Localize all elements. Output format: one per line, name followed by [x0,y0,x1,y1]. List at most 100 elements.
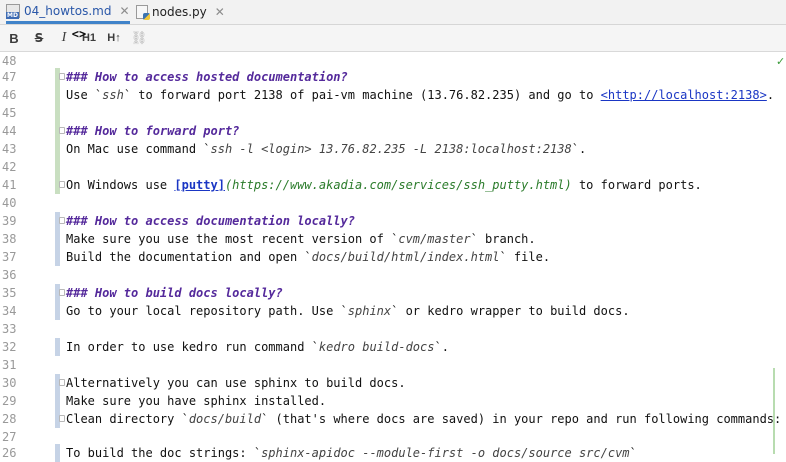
line-number: 35 [2,286,17,300]
code-line: 35 ### How to build docs locally? [0,284,786,302]
line-number: 40 [2,196,17,210]
heading-text: ### How to access documentation locally? [66,214,355,228]
text-span: In order to use kedro run command ` [66,340,319,354]
tab-label: nodes.py [152,5,207,19]
line-text: Make sure you have sphinx installed. [66,394,327,408]
python-file-icon [136,5,150,20]
header-decrease-button[interactable]: H↑ [102,27,126,49]
fold-icon[interactable] [59,379,65,386]
inline-code: docs/build [188,412,262,426]
tab-nodes-py[interactable]: nodes.py ✕ [136,0,225,24]
code-line: 34 Go to your local repository path. Use… [0,302,786,320]
text-span: ` file. [499,250,551,264]
close-icon[interactable]: ✕ [119,4,129,18]
markdown-editor[interactable]: ✓ 48 47 ### How to access hosted documen… [0,52,786,462]
code-line: 44 ### How to forward port? [0,122,786,140]
heading-text: ### How to build docs locally? [66,286,283,300]
line-number: 39 [2,214,17,228]
link-text[interactable]: [putty] [174,178,225,192]
text-span: Make sure you use the most recent versio… [66,232,399,246]
line-text: Make sure you use the most recent versio… [66,230,536,248]
text-span: Clean directory ` [66,412,189,426]
line-text: On Windows use [putty](https://www.akadi… [66,176,702,194]
line-number: 26 [2,446,17,460]
text-span: On Mac use command ` [66,142,211,156]
vcs-change-marker[interactable] [55,230,60,248]
line-number: 36 [2,268,17,282]
code-line: 46 Use `ssh` to forward port 2138 of pai… [0,86,786,104]
editor-tab-bar: MD 04_howtos.md ✕ nodes.py ✕ [0,0,786,25]
fold-icon[interactable] [59,127,65,134]
heading-text: ### How to forward port? [66,124,240,138]
line-text: Go to your local repository path. Use `s… [66,302,630,320]
text-span: Use ` [66,88,103,102]
bold-button[interactable]: B [2,27,26,49]
line-number: 44 [2,124,17,138]
text-span: `. [434,340,449,354]
text-span: ` (that's where docs are saved) in your … [261,412,782,426]
code-line: 45 [0,104,786,122]
line-number: 28 [2,412,17,426]
fold-icon[interactable] [59,289,65,296]
inline-code: sphinx [347,304,392,318]
code-line: 33 [0,320,786,338]
inline-code: docs/build/html/index.html [311,250,500,264]
code-line: 31 [0,356,786,374]
text-span: Go to your local repository path. Use ` [66,304,348,318]
code-line: 41 On Windows use [putty](https://www.ak… [0,176,786,194]
vcs-change-marker[interactable] [55,444,60,462]
tab-label: 04_howtos.md [24,3,112,18]
line-number: 45 [2,106,17,120]
inline-code: ssh -l <login> 13.76.82.235 -L 2138:loca… [210,142,572,156]
code-line: 26 To build the doc strings: `sphinx-api… [0,444,786,462]
text-span: ` branch. [470,232,536,246]
strikethrough-button[interactable]: S [27,27,51,49]
code-line: 29 Make sure you have sphinx installed. [0,392,786,410]
inline-code: kedro build-docs [318,340,435,354]
code-line: 39 ### How to access documentation local… [0,212,786,230]
fold-icon[interactable] [59,181,65,188]
line-number: 37 [2,250,17,264]
vcs-change-marker[interactable] [55,158,60,176]
code-line: 42 [0,158,786,176]
fold-icon[interactable] [59,73,65,80]
code-button[interactable]: <> [67,25,91,43]
line-number: 43 [2,142,17,156]
vcs-change-marker[interactable] [55,86,60,104]
text-span: `. [571,142,587,156]
vcs-change-marker[interactable] [55,302,60,320]
vcs-change-marker[interactable] [55,104,60,122]
code-line: 37 Build the documentation and open `doc… [0,248,786,266]
link-icon[interactable]: ⛓ [127,27,151,49]
text-span: to forward ports. [571,178,702,192]
line-number: 30 [2,376,17,390]
line-number: 31 [2,358,17,372]
line-number: 34 [2,304,17,318]
text-span: . [766,88,775,102]
vcs-change-marker[interactable] [55,140,60,158]
markdown-file-icon: MD [6,3,20,19]
line-number: 42 [2,160,17,174]
tab-04-howtos-md[interactable]: MD 04_howtos.md ✕ [6,0,130,24]
vcs-change-marker[interactable] [55,338,60,356]
code-line: 30 Alternatively you can use sphinx to b… [0,374,786,392]
link-url[interactable]: (https://www.akadia.com/services/ssh_put… [225,178,572,192]
close-icon[interactable]: ✕ [215,5,225,19]
line-text: Clean directory `docs/build` (that's whe… [66,410,781,428]
line-text: In order to use kedro run command `kedro… [66,338,449,356]
vcs-change-marker[interactable] [55,248,60,266]
text-span: Build the documentation and open ` [66,250,312,264]
markdown-toolbar: B S I <> H1 H↑ ⛓ [0,25,786,52]
vcs-change-marker[interactable] [55,392,60,410]
fold-icon[interactable] [59,415,65,422]
code-line: 40 [0,194,786,212]
line-number: 38 [2,232,17,246]
url-link[interactable]: <http://localhost:2138> [601,88,767,102]
line-text: Build the documentation and open `docs/b… [66,248,550,266]
fold-icon[interactable] [59,217,65,224]
code-line: 43 On Mac use command `ssh -l <login> 13… [0,140,786,158]
inline-code: ssh [102,88,124,102]
line-text: Use `ssh` to forward port 2138 of pai-vm… [66,86,774,104]
code-line: 36 [0,266,786,284]
code-line: 28 Clean directory `docs/build` (that's … [0,410,786,428]
